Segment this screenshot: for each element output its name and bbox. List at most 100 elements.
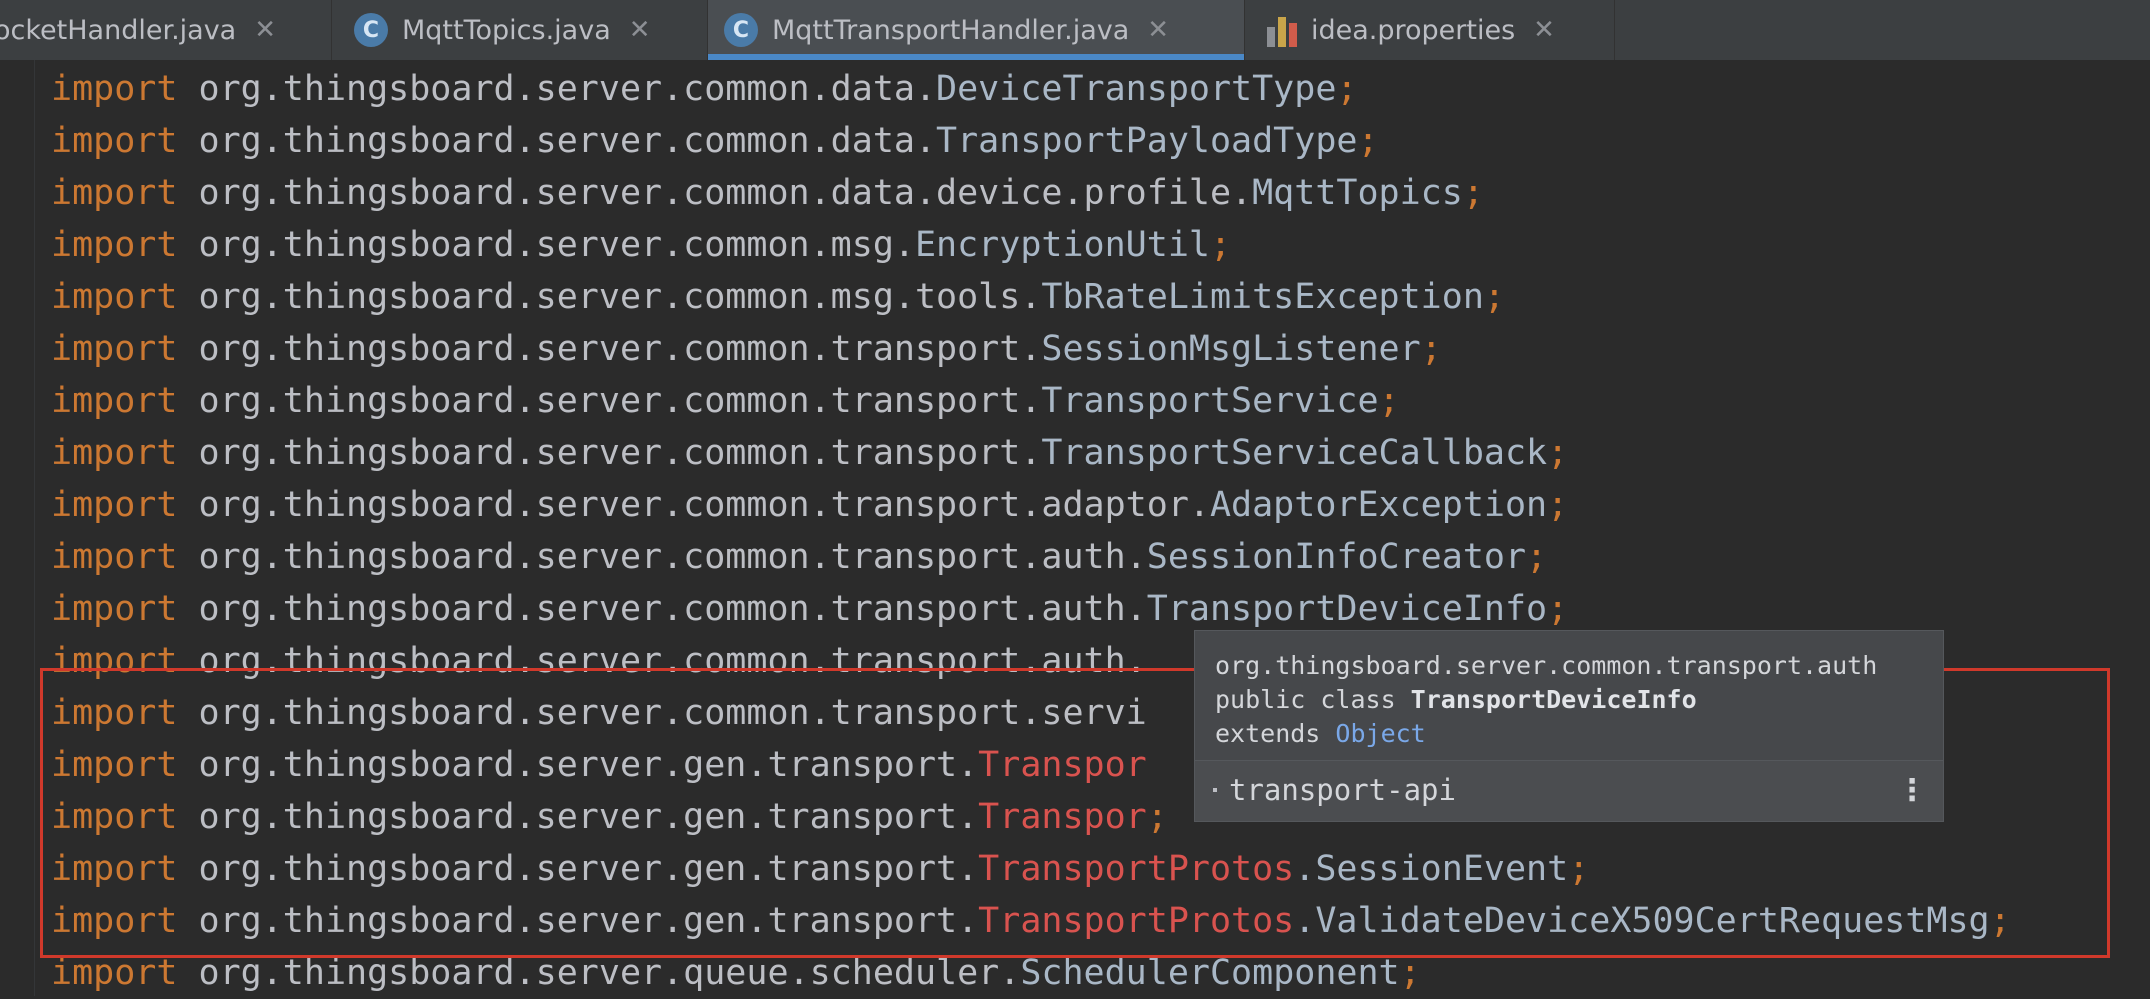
- code-line[interactable]: import org.thingsboard.server.common.dat…: [51, 115, 1379, 167]
- package-path: org.thingsboard.server.gen.transport.: [198, 901, 979, 941]
- proto-class-name[interactable]: TransportProtos: [978, 849, 1294, 889]
- code-line[interactable]: import org.thingsboard.server.common.msg…: [51, 219, 1231, 271]
- semicolon: ;: [1568, 849, 1590, 889]
- java-class-icon: C: [354, 13, 388, 47]
- semicolon: ;: [1336, 69, 1358, 109]
- close-icon[interactable]: ✕: [629, 15, 651, 45]
- import-keyword: import: [51, 537, 178, 577]
- code-line[interactable]: import org.thingsboard.server.gen.transp…: [51, 895, 2011, 947]
- semicolon: ;: [1526, 537, 1548, 577]
- doc-extends-link[interactable]: Object: [1335, 719, 1425, 748]
- doc-class-name: TransportDeviceInfo: [1410, 685, 1697, 714]
- import-keyword: import: [51, 173, 178, 213]
- tab-label: ocketHandler.java: [0, 14, 237, 46]
- tab-mqtt-topics[interactable]: C MqttTopics.java ✕: [338, 0, 708, 60]
- semicolon: ;: [1399, 953, 1421, 993]
- doc-content: org.thingsboard.server.common.transport.…: [1215, 649, 1877, 751]
- package-path: org.thingsboard.server.common.transport.: [198, 329, 1042, 369]
- code-line[interactable]: import org.thingsboard.server.common.dat…: [51, 167, 1484, 219]
- semicolon: ;: [1483, 277, 1505, 317]
- tab-label: MqttTransportHandler.java: [772, 14, 1130, 46]
- code-line[interactable]: import org.thingsboard.server.common.tra…: [51, 427, 1568, 479]
- class-name[interactable]: MqttTopics: [1252, 173, 1463, 213]
- class-name[interactable]: TransportPayloadType: [936, 121, 1357, 161]
- package-path: org.thingsboard.server.common.msg.: [198, 225, 915, 265]
- class-name[interactable]: TransportDeviceInfo: [1147, 589, 1547, 629]
- doc-declaration: public class TransportDeviceInfo: [1215, 685, 1697, 714]
- close-icon[interactable]: ✕: [1147, 15, 1169, 45]
- code-line[interactable]: import org.thingsboard.server.queue.sche…: [51, 947, 1421, 999]
- package-path: org.thingsboard.server.gen.transport.: [198, 797, 979, 837]
- proto-class-name[interactable]: TransportProtos: [978, 901, 1294, 941]
- class-name[interactable]: TransportServiceCallback: [1041, 433, 1547, 473]
- import-keyword: import: [51, 485, 178, 525]
- class-name[interactable]: AdaptorException: [1210, 485, 1547, 525]
- package-path: org.thingsboard.server.common.data.: [198, 121, 937, 161]
- class-name[interactable]: TbRateLimitsException: [1041, 277, 1484, 317]
- doc-library: transport-api: [1213, 773, 1456, 807]
- class-name[interactable]: DeviceTransportType: [936, 69, 1336, 109]
- quick-doc-popup[interactable]: org.thingsboard.server.common.transport.…: [1194, 630, 1944, 822]
- semicolon: ;: [1547, 485, 1569, 525]
- semicolon: ;: [1146, 797, 1168, 837]
- code-line[interactable]: import org.thingsboard.server.gen.transp…: [51, 843, 1589, 895]
- import-keyword: import: [51, 745, 178, 785]
- code-line[interactable]: import org.thingsboard.server.common.tra…: [51, 479, 1568, 531]
- code-line[interactable]: import org.thingsboard.server.common.dat…: [51, 63, 1357, 115]
- doc-library-name: transport-api: [1229, 773, 1456, 807]
- code-line[interactable]: import org.thingsboard.server.common.tra…: [51, 583, 1568, 635]
- editor-tab-bar: ocketHandler.java ✕ C MqttTopics.java ✕ …: [0, 0, 2150, 61]
- code-line[interactable]: import org.thingsboard.server.gen.transp…: [51, 791, 1168, 843]
- code-line[interactable]: import org.thingsboard.server.common.msg…: [51, 271, 1505, 323]
- package-path: org.thingsboard.server.common.msg.tools.: [198, 277, 1042, 317]
- import-keyword: import: [51, 641, 178, 681]
- package-path: org.thingsboard.server.common.transport.…: [198, 537, 1147, 577]
- import-keyword: import: [51, 797, 178, 837]
- class-name[interactable]: TransportService: [1041, 381, 1378, 421]
- import-keyword: import: [51, 849, 178, 889]
- import-keyword: import: [51, 225, 178, 265]
- package-path: org.thingsboard.server.common.transport.…: [198, 641, 1147, 681]
- code-line[interactable]: import org.thingsboard.server.common.tra…: [51, 635, 1147, 687]
- semicolon: ;: [1378, 381, 1400, 421]
- class-name[interactable]: SchedulerComponent: [1020, 953, 1399, 993]
- semicolon: ;: [1547, 433, 1569, 473]
- properties-file-icon: [1267, 13, 1299, 47]
- class-name[interactable]: SessionInfoCreator: [1147, 537, 1526, 577]
- import-keyword: import: [51, 121, 178, 161]
- package-path: org.thingsboard.server.gen.transport.: [198, 849, 979, 889]
- more-options-icon[interactable]: ⋮: [1897, 773, 1927, 808]
- code-line[interactable]: import org.thingsboard.server.gen.transp…: [51, 739, 1147, 791]
- class-name[interactable]: SessionMsgListener: [1041, 329, 1420, 369]
- semicolon: ;: [1989, 901, 2011, 941]
- code-line[interactable]: import org.thingsboard.server.common.tra…: [51, 531, 1547, 583]
- import-keyword: import: [51, 589, 178, 629]
- proto-class-name[interactable]: Transpor: [978, 797, 1147, 837]
- code-line[interactable]: import org.thingsboard.server.common.tra…: [51, 687, 1147, 739]
- editor-gutter[interactable]: [0, 60, 35, 996]
- import-keyword: import: [51, 381, 178, 421]
- doc-footer: transport-api ⋮: [1195, 760, 1943, 821]
- semicolon: ;: [1547, 589, 1569, 629]
- package-path: org.thingsboard.server.common.data.: [198, 69, 937, 109]
- class-name[interactable]: EncryptionUtil: [915, 225, 1210, 265]
- import-keyword: import: [51, 953, 178, 993]
- tab-socket-handler[interactable]: ocketHandler.java ✕: [0, 0, 332, 60]
- class-name[interactable]: .SessionEvent: [1294, 849, 1568, 889]
- code-line[interactable]: import org.thingsboard.server.common.tra…: [51, 323, 1442, 375]
- tab-mqtt-transport-handler[interactable]: C MqttTransportHandler.java ✕: [708, 0, 1245, 60]
- close-icon[interactable]: ✕: [254, 15, 276, 45]
- close-icon[interactable]: ✕: [1533, 15, 1555, 45]
- proto-class-name[interactable]: Transpor: [978, 745, 1147, 785]
- package-path: org.thingsboard.server.common.transport.: [198, 433, 1042, 473]
- doc-extends: extends Object: [1215, 719, 1426, 748]
- tab-idea-properties[interactable]: idea.properties ✕: [1245, 0, 1615, 60]
- import-keyword: import: [51, 693, 178, 733]
- import-keyword: import: [51, 277, 178, 317]
- import-keyword: import: [51, 901, 178, 941]
- code-line[interactable]: import org.thingsboard.server.common.tra…: [51, 375, 1400, 427]
- import-keyword: import: [51, 69, 178, 109]
- package-path: org.thingsboard.server.queue.scheduler.: [198, 953, 1021, 993]
- class-name[interactable]: .ValidateDeviceX509CertRequestMsg: [1294, 901, 1989, 941]
- code-editor[interactable]: import org.thingsboard.server.common.dat…: [0, 60, 2150, 996]
